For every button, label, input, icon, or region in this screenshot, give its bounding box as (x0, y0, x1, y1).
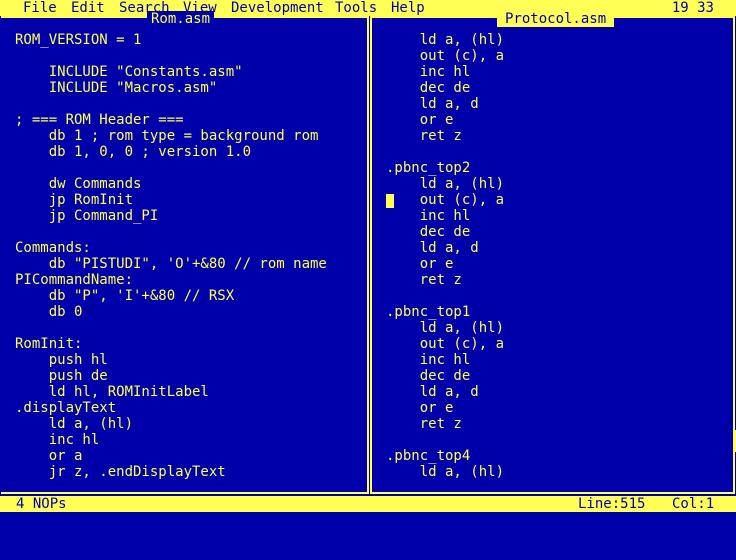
rom-code-line[interactable] (15, 96, 327, 112)
rom-code-line[interactable]: jr z, .endDisplayText (15, 464, 327, 480)
rom-code-line[interactable]: ; === ROM Header === (15, 112, 327, 128)
protocol-code-line[interactable]: ret z (386, 272, 504, 288)
protocol-code-line[interactable]: out (c), a (386, 192, 504, 208)
protocol-code-line[interactable]: dec de (386, 80, 504, 96)
status-message: 4 NOPs (16, 496, 67, 512)
protocol-code-line[interactable]: ld a, d (386, 384, 504, 400)
rom-code-line[interactable]: Commands: (15, 240, 327, 256)
menu-development[interactable]: Development (230, 0, 325, 16)
status-line-number: Line:515 (578, 496, 646, 512)
status-column-number: Col:1 (672, 496, 715, 512)
protocol-code-line[interactable]: .pbnc_top1 (386, 304, 504, 320)
editor-pane-rom[interactable]: Rom.asm ROM_VERSION = 1 INCLUDE "Constan… (1, 11, 369, 494)
protocol-code-line[interactable]: inc hl (386, 352, 504, 368)
protocol-code-line[interactable]: or e (386, 400, 504, 416)
protocol-code-line[interactable]: .pbnc_top4 (386, 448, 504, 464)
clock: 19 33 (671, 0, 714, 16)
protocol-code-line[interactable]: ld a, (hl) (386, 464, 504, 480)
protocol-code-line[interactable]: or e (386, 256, 504, 272)
rom-code-line[interactable]: INCLUDE "Macros.asm" (15, 80, 327, 96)
pane-title-rom[interactable]: Rom.asm (147, 11, 215, 27)
rom-code-line[interactable]: db "P", 'I'+&80 // RSX (15, 288, 327, 304)
protocol-code-line[interactable]: dec de (386, 224, 504, 240)
menu-tools[interactable]: Tools (334, 0, 378, 16)
rom-code-line[interactable]: jp Command_PI (15, 208, 327, 224)
rom-code-line[interactable]: db 0 (15, 304, 327, 320)
rom-code-line[interactable]: inc hl (15, 432, 327, 448)
protocol-code-line[interactable]: ld a, d (386, 96, 504, 112)
code-area-rom[interactable]: ROM_VERSION = 1 INCLUDE "Constants.asm" … (15, 32, 327, 480)
status-bar: 4 NOPs Line:515 Col:1 (0, 496, 736, 512)
rom-code-line[interactable]: db 1 ; rom type = background rom (15, 128, 327, 144)
rom-code-line[interactable]: db "PISTUDI", 'O'+&80 // rom name (15, 256, 327, 272)
protocol-code-line[interactable]: or e (386, 112, 504, 128)
rom-code-line[interactable] (15, 48, 327, 64)
rom-code-line[interactable] (15, 160, 327, 176)
rom-code-line[interactable]: RomInit: (15, 336, 327, 352)
editor-pane-protocol[interactable]: Protocol.asm ld a, (hl) out (c), a inc h… (370, 11, 736, 494)
rom-code-line[interactable]: push de (15, 368, 327, 384)
protocol-code-line[interactable]: ret z (386, 128, 504, 144)
protocol-code-line[interactable]: ret z (386, 416, 504, 432)
protocol-code-line[interactable] (386, 288, 504, 304)
protocol-code-line[interactable]: inc hl (386, 208, 504, 224)
menu-help[interactable]: Help (390, 0, 426, 16)
protocol-code-line[interactable]: ld a, d (386, 240, 504, 256)
rom-code-line[interactable]: ld a, (hl) (15, 416, 327, 432)
protocol-code-line[interactable]: inc hl (386, 64, 504, 80)
protocol-code-line[interactable]: dec de (386, 368, 504, 384)
protocol-code-line[interactable]: out (c), a (386, 48, 504, 64)
rom-code-line[interactable]: jp RomInit (15, 192, 327, 208)
menu-edit[interactable]: Edit (70, 0, 106, 16)
protocol-code-line[interactable]: ld a, (hl) (386, 32, 504, 48)
rom-code-line[interactable] (15, 320, 327, 336)
pane-title-protocol[interactable]: Protocol.asm (497, 11, 615, 27)
protocol-code-line[interactable]: ld a, (hl) (386, 320, 504, 336)
rom-code-line[interactable]: ROM_VERSION = 1 (15, 32, 327, 48)
rom-code-line[interactable]: PICommandName: (15, 272, 327, 288)
rom-code-line[interactable]: INCLUDE "Constants.asm" (15, 64, 327, 80)
rom-code-line[interactable]: or a (15, 448, 327, 464)
rom-code-line[interactable]: .displayText (15, 400, 327, 416)
rom-code-line[interactable] (15, 224, 327, 240)
protocol-code-line[interactable]: out (c), a (386, 336, 504, 352)
protocol-code-line[interactable]: ld a, (hl) (386, 176, 504, 192)
protocol-code-line[interactable] (386, 144, 504, 160)
menu-bar: File Edit Search View Development Tools … (0, 0, 736, 16)
rom-code-line[interactable]: ld hl, ROMInitLabel (15, 384, 327, 400)
rom-code-line[interactable]: dw Commands (15, 176, 327, 192)
menu-file[interactable]: File (22, 0, 58, 16)
rom-code-line[interactable]: push hl (15, 352, 327, 368)
protocol-code-line[interactable]: .pbnc_top2 (386, 160, 504, 176)
rom-code-line[interactable]: db 1, 0, 0 ; version 1.0 (15, 144, 327, 160)
code-area-protocol[interactable]: ld a, (hl) out (c), a inc hl dec de ld a… (386, 32, 504, 480)
protocol-code-line[interactable] (386, 432, 504, 448)
